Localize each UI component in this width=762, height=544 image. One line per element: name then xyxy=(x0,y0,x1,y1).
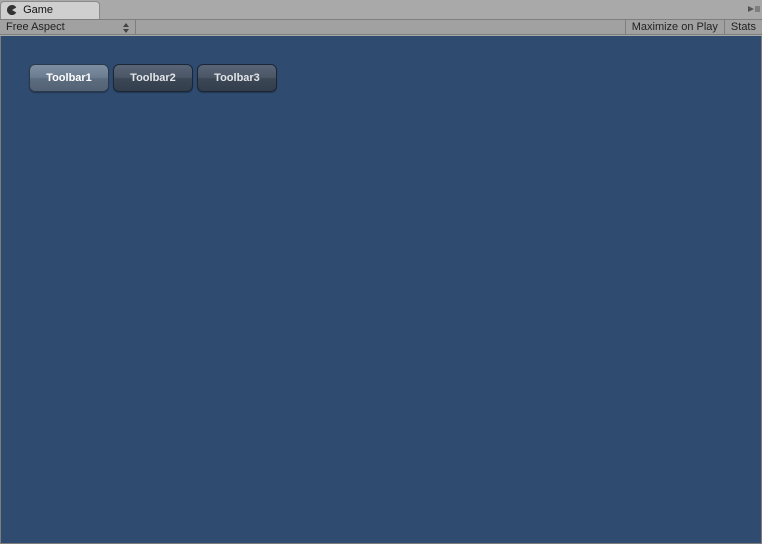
toolbar-button-1-label: Toolbar1 xyxy=(46,72,92,84)
panel-menu-icon[interactable] xyxy=(748,6,760,14)
stats-toggle[interactable]: Stats xyxy=(725,20,762,34)
toolbar-button-2[interactable]: Toolbar2 xyxy=(113,64,193,92)
stats-label: Stats xyxy=(731,21,756,33)
tab-bar: Game xyxy=(0,0,762,19)
toolbar-button-1[interactable]: Toolbar1 xyxy=(29,64,109,92)
gui-toolbar: Toolbar1 Toolbar2 Toolbar3 xyxy=(29,64,277,92)
aspect-label: Free Aspect xyxy=(6,21,65,33)
aspect-dropdown[interactable]: Free Aspect xyxy=(0,20,136,34)
toolbar-button-3-label: Toolbar3 xyxy=(214,72,260,84)
toolbar-button-2-label: Toolbar2 xyxy=(130,72,176,84)
control-bar-spacer xyxy=(136,20,626,34)
game-viewport: Toolbar1 Toolbar2 Toolbar3 xyxy=(0,36,762,544)
updown-arrows-icon xyxy=(122,22,130,34)
maximize-label: Maximize on Play xyxy=(632,21,718,33)
tab-game[interactable]: Game xyxy=(0,1,100,19)
pacman-icon xyxy=(7,5,17,15)
tab-label: Game xyxy=(23,4,53,16)
toolbar-button-3[interactable]: Toolbar3 xyxy=(197,64,277,92)
control-bar: Free Aspect Maximize on Play Stats xyxy=(0,19,762,35)
maximize-on-play-toggle[interactable]: Maximize on Play xyxy=(626,20,725,34)
